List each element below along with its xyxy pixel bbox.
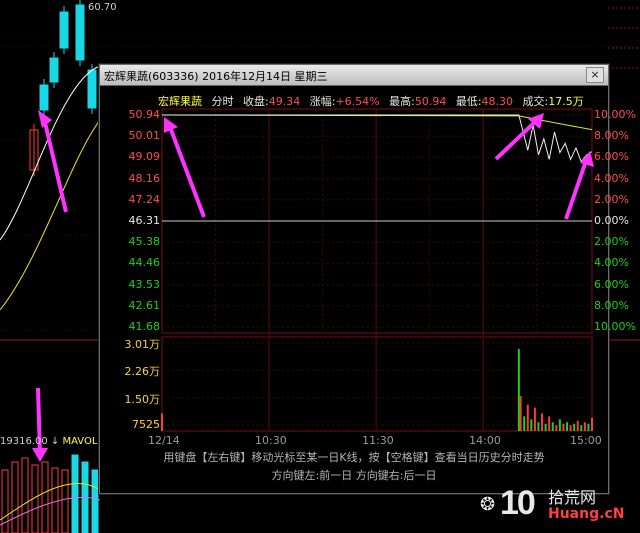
volume-bar [161,413,163,431]
volume-bar [587,423,590,431]
price-tick-label: 47.24 [128,192,161,206]
percent-tick-label: 4.00% [594,256,629,270]
keyboard-hint: 用键盘【左右键】移动光标至某一日K线，按【空格键】查看当日历史分时走势 [163,451,545,464]
time-tick-label: 14:00 [469,434,501,447]
volume-bar [551,422,554,431]
annotation-arrowhead [38,110,52,128]
percent-tick-label: 2.00% [594,192,629,206]
percent-tick-label: 6.00% [594,150,629,164]
volume-bar [591,417,593,431]
background-volume-label: 19316.00 ↓ MAVOL [0,436,98,447]
percent-tick-label: 2.00% [594,235,629,249]
volume-tick-label: 3.01万 [124,338,161,351]
volume-bar [573,423,576,431]
bg-candle [75,4,85,61]
bg-candle [49,57,59,83]
volume-bar [566,422,569,431]
percent-tick-label: 4.00% [594,171,629,185]
price-tick-label: 44.46 [128,256,161,270]
volume-bar [580,425,583,431]
volume-bar [583,422,586,431]
price-tick-label: 48.16 [128,171,161,185]
site-url: Huang.cN [548,506,625,522]
navigation-hint: 方向键左:前一日 方向键右:后一日 [271,469,437,482]
volume-tick-label: 1.50万 [124,392,161,406]
bg-candle [39,84,49,111]
time-tick-label: 11:30 [362,434,394,447]
volume-bar [541,413,544,431]
annotation-arrow [564,160,588,220]
bg-volume-bar [41,461,49,533]
price-tick-label: 41.68 [128,320,161,333]
volume-bar [555,425,558,431]
price-line [162,114,593,163]
bg-candle [87,69,97,109]
annotation-arrow [168,126,206,218]
percent-tick-label: 6.00% [594,277,629,291]
volume-bar [576,420,579,431]
intraday-chart[interactable] [100,65,608,493]
time-tick-label: 10:30 [255,434,287,447]
annotation-arrowhead [32,448,48,462]
price-tick-label: 43.53 [128,277,161,291]
volume-bar [569,425,572,431]
background-price-label: 60.70 [88,2,117,13]
price-tick-label: 45.38 [128,235,161,249]
percent-tick-label: 10.00% [594,108,636,121]
annotation-arrow [42,117,68,213]
volume-bar [519,395,522,431]
volume-tick-label: 7525 [132,418,160,431]
price-tick-label: 42.61 [128,298,161,312]
volume-bar [533,407,536,431]
volume-bar [530,419,533,431]
volume-bar [526,404,529,431]
bg-volume-bar [21,457,29,533]
time-tick-label: 15:00 [570,434,602,447]
intraday-popup-window[interactable]: 宏辉果蔬(603336) 2016年12月14日 星期三 × 宏辉果蔬 分时 收… [99,64,636,494]
volume-bar [537,422,540,431]
price-tick-label: 49.09 [128,150,161,164]
volume-bar [548,416,551,431]
percent-tick-label: 8.00% [594,298,629,312]
bg-candle [59,11,69,49]
volume-bar [544,423,547,431]
volume-bar [562,423,565,431]
bg-volume-bar [11,461,19,533]
price-tick-label: 50.94 [128,108,161,121]
percent-tick-label: 10.00% [594,320,636,333]
volume-bar [517,349,520,431]
site-watermark: ❂ 10 拾荒网 Huang.cN [478,482,638,530]
percent-tick-label: 8.00% [594,129,629,143]
volume-tick-label: 2.26万 [124,365,161,379]
bg-volume-bar [71,454,79,533]
wechat-icon: ❂ [480,494,496,515]
site-logo: 10 [500,484,536,522]
bg-volume-bar [91,469,99,533]
bg-ma-white [0,65,101,241]
price-tick-label: 50.01 [128,129,161,143]
percent-tick-label: 0.00% [594,214,629,227]
volume-bar [523,416,526,431]
bg-volume-bar [51,467,59,533]
bg-volume-bar [61,469,69,533]
site-name: 拾荒网 [548,488,597,507]
volume-bar [558,419,561,431]
price-tick-label: 46.31 [128,214,161,227]
time-tick-label: 12/14 [148,434,180,447]
